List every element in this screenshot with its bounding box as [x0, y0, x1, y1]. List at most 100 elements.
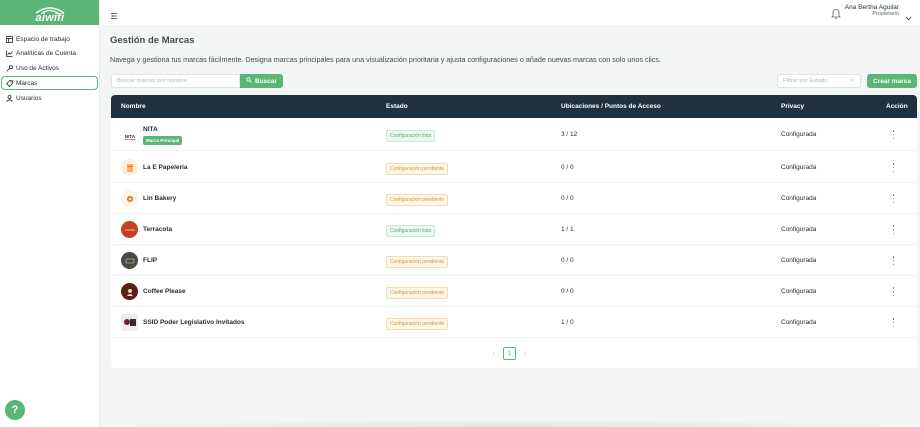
brand-logo-icon [121, 283, 138, 300]
sidebar-item-label: Espacio de trabajo [16, 35, 70, 43]
search-icon [246, 77, 252, 85]
create-brand-button[interactable]: Crear marca [867, 74, 917, 88]
key-icon [5, 65, 13, 73]
column-header-name: Nombre [121, 103, 146, 110]
tag-icon [5, 79, 13, 87]
status-badge: Configuración lista [386, 130, 436, 142]
table-row[interactable]: Lin Bakery Configuración pendiente 0 / 0… [111, 183, 917, 214]
chevron-down-icon [850, 78, 855, 84]
more-options-icon[interactable] [892, 163, 895, 172]
sidebar-item-users[interactable]: Usuarios [1, 91, 98, 105]
topbar: Ana Bertha Aguilar Propietario [100, 0, 920, 25]
locations-value: 3 / 12 [561, 131, 578, 138]
sidebar-item-label: Usuarios [16, 94, 42, 102]
brand-name: NITA [143, 126, 158, 133]
pagination: ‹ 1 › [489, 347, 530, 360]
column-header-action: Acción [886, 103, 908, 110]
brands-table: Nombre Estado Ubicaciones / Puntos de Ac… [111, 95, 917, 368]
privacy-value: Configurada [781, 195, 817, 202]
status-badge: Configuración pendiente [386, 194, 449, 206]
chevron-left-icon[interactable]: ‹ [489, 349, 499, 359]
locations-value: 0 / 0 [561, 195, 574, 202]
footer-shadow [100, 420, 920, 427]
status-badge: Configuración pendiente [386, 318, 449, 330]
user-name: Ana Bertha Aguilar [844, 4, 899, 11]
search-button[interactable]: Buscar [240, 74, 283, 88]
bell-icon[interactable] [831, 6, 841, 24]
user-role: Propietario [872, 11, 899, 18]
table-row[interactable]: Coffee Please Configuración pendiente 0 … [111, 276, 917, 307]
column-header-locations: Ubicaciones / Puntos de Acceso [561, 103, 661, 110]
sidebar-nav: Espacio de trabajo Analíticas de Cuenta … [0, 32, 99, 105]
more-options-icon[interactable] [892, 194, 895, 203]
more-options-icon[interactable] [892, 225, 895, 234]
status-badge: Configuración pendiente [386, 256, 449, 268]
sidebar-item-label: Marcas [16, 79, 38, 87]
workspace-icon [5, 35, 13, 43]
more-options-icon[interactable] [892, 287, 895, 296]
search-input[interactable] [111, 74, 240, 88]
app-logo[interactable]: aiwifi [0, 0, 99, 25]
brand-logo-icon [121, 190, 138, 207]
column-header-status: Estado [386, 103, 408, 110]
user-menu[interactable]: Ana Bertha Aguilar Propietario [845, 4, 899, 17]
brand-name: La E Papelería [143, 164, 188, 171]
brand-logo-icon [121, 252, 138, 269]
user-icon [5, 94, 13, 102]
create-brand-label: Crear marca [873, 77, 911, 85]
help-button[interactable]: ? [5, 400, 25, 420]
more-options-icon[interactable] [892, 256, 895, 265]
privacy-value: Configurada [781, 131, 817, 138]
menu-icon[interactable] [110, 7, 120, 19]
table-row[interactable]: NITA NITA Marca Principal Configuración … [111, 118, 917, 151]
page-title: Gestión de Marcas [110, 35, 195, 46]
table-row[interactable]: La E Papelería Configuración pendiente 0… [111, 152, 917, 183]
sidebar-item-brands[interactable]: Marcas [1, 76, 98, 91]
search-button-label: Buscar [254, 77, 278, 85]
privacy-value: Configurada [781, 226, 817, 233]
locations-value: 1 / 0 [561, 319, 574, 326]
main-brand-badge: Marca Principal [143, 136, 183, 145]
chevron-right-icon[interactable]: › [520, 349, 530, 359]
brand-name: Coffee Please [143, 288, 186, 295]
chevron-down-icon[interactable] [905, 8, 912, 26]
state-filter-placeholder: Filtrar por Estado [783, 78, 828, 84]
logo-text: aiwifi [35, 11, 65, 24]
locations-value: 1 / 1 [561, 226, 574, 233]
brand-name: Terracota [143, 226, 173, 233]
page-description: Navega y gestiona tus marcas fácilmente.… [110, 55, 661, 64]
table-row[interactable]: Terracota Configuración lista 1 / 1 Conf… [111, 214, 917, 245]
status-badge: Configuración pendiente [386, 163, 449, 175]
sidebar-item-label: Analíticas de Cuenta [16, 50, 76, 58]
privacy-value: Configurada [781, 164, 817, 171]
table-header: Nombre Estado Ubicaciones / Puntos de Ac… [111, 95, 917, 118]
locations-value: 0 / 0 [561, 164, 574, 171]
status-badge: Configuración lista [386, 225, 436, 237]
more-options-icon[interactable] [892, 318, 895, 327]
chart-icon [5, 50, 13, 58]
state-filter-select[interactable]: Filtrar por Estado [777, 74, 861, 88]
help-label: ? [11, 404, 19, 416]
table-row[interactable]: FLIP Configuración pendiente 0 / 0 Confi… [111, 245, 917, 276]
more-options-icon[interactable] [892, 130, 895, 139]
locations-value: 0 / 0 [561, 288, 574, 295]
brand-name: Lin Bakery [143, 195, 177, 202]
brand-logo-icon [121, 314, 138, 331]
sidebar-item-assets[interactable]: Uso de Activos [1, 62, 98, 76]
locations-value: 0 / 0 [561, 257, 574, 264]
brand-name: SSID Poder Legislativo Invitados [143, 319, 245, 326]
brand-logo-icon: NITA [121, 127, 138, 144]
privacy-value: Configurada [781, 319, 817, 326]
sidebar-item-workspace[interactable]: Espacio de trabajo [1, 32, 98, 46]
table-row[interactable]: SSID Poder Legislativo Invitados Configu… [111, 307, 917, 338]
privacy-value: Configurada [781, 257, 817, 264]
sidebar-item-label: Uso de Activos [16, 65, 59, 73]
privacy-value: Configurada [781, 288, 817, 295]
brand-logo-icon [121, 159, 138, 176]
column-header-privacy: Privacy [781, 103, 805, 110]
sidebar: aiwifi Espacio de trabajo Analíticas de … [0, 0, 100, 427]
sidebar-item-analytics[interactable]: Analíticas de Cuenta [1, 47, 98, 61]
svg-text:NITA: NITA [124, 134, 135, 139]
status-badge: Configuración pendiente [386, 287, 449, 299]
page-number-current[interactable]: 1 [503, 347, 516, 360]
